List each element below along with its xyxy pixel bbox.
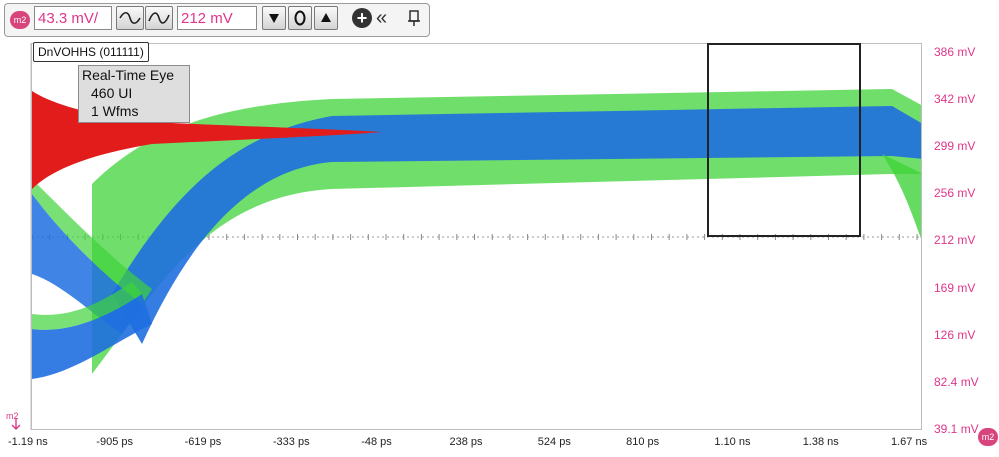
zero-icon [294,10,306,26]
waveform-label: DnVOHHS (011111) [33,42,149,62]
offset-field[interactable]: 212 mV [177,6,257,30]
x-tick-label: -619 ps [184,436,222,448]
eye-info-box: Real-Time Eye 460 UI 1 Wfms [78,65,190,123]
pin-icon[interactable] [404,8,424,28]
y-tick-label: 126 mV [934,327,976,342]
y-tick-label: 169 mV [934,280,976,295]
channel-badge[interactable]: m2 [10,11,30,29]
corner-badge[interactable]: m2 [978,428,998,446]
offset-zero-button[interactable] [288,6,312,30]
x-tick-label: 1.67 ns [891,436,928,448]
y-tick-label: 299 mV [934,139,976,154]
eye-info-title: Real-Time Eye [82,67,175,83]
offset-down-button[interactable] [262,6,286,30]
x-tick-label: 1.38 ns [802,436,839,448]
arrow-up-icon [321,13,331,22]
collapse-left-icon[interactable]: « [376,6,387,30]
y-tick-label: 212 mV [934,233,976,248]
y-tick-label: 82.4 mV [934,374,979,389]
x-tick-label: 1.10 ns [714,436,751,448]
wave-button[interactable] [145,6,173,30]
arrow-down-icon [269,14,279,23]
scale-field[interactable]: 43.3 mV/ [34,6,112,30]
y-tick-label: 386 mV [934,45,976,59]
x-tick-label: -333 ps [272,436,310,448]
eye-info-ui: 460 UI [91,85,133,101]
x-tick-label: 238 ps [449,436,483,448]
left-margin [0,43,31,430]
wave-smooth-button[interactable] [116,6,144,30]
x-tick-label: 810 ps [626,436,660,448]
offset-up-button[interactable] [314,6,338,30]
measurement-mask-box[interactable] [707,43,861,237]
wave-smooth-icon [119,11,141,25]
add-icon[interactable]: + [352,8,372,28]
x-tick-label: 524 ps [537,436,571,448]
wave-icon [148,12,170,24]
x-tick-label: -1.19 ns [8,436,48,448]
eye-info-wfms: 1 Wfms [91,103,139,119]
x-tick-label: -905 ps [96,436,133,448]
y-tick-label: 342 mV [934,92,976,107]
y-tick-label: 256 mV [934,186,976,201]
toolbar: m2 43.3 mV/ 212 mV + « [0,0,999,38]
reference-arrow-icon [11,418,21,430]
x-tick-label: -48 ps [361,436,392,448]
